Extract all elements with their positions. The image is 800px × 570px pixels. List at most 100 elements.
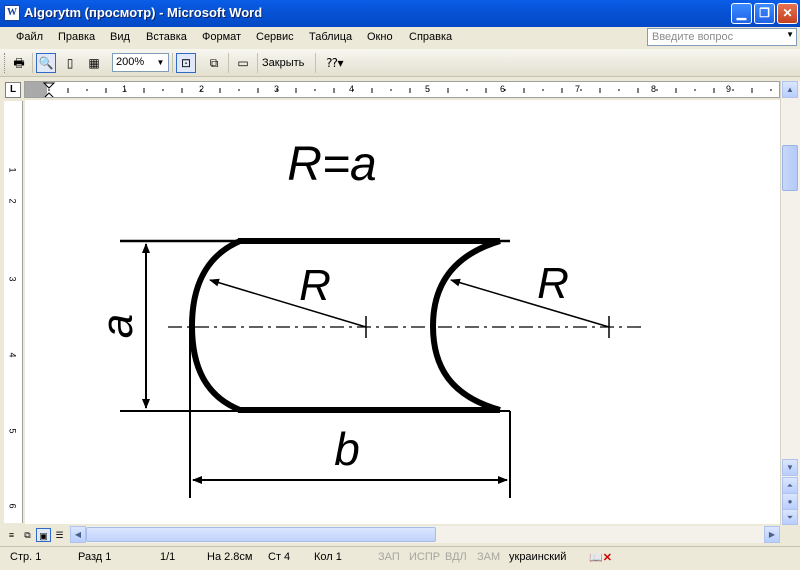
ruler-number: 1: [122, 84, 128, 94]
horizontal-ruler[interactable]: 1 2 3 4 5 6 7 8 9: [24, 81, 780, 98]
vertical-scroll-thumb[interactable]: [782, 145, 798, 191]
zoom-value: 200%: [116, 56, 145, 68]
arrow-up-icon: ▲: [786, 85, 794, 94]
cylinder-drawing: R=a R R a b: [93, 138, 645, 498]
arrow-down-icon: ▼: [786, 463, 794, 472]
ruler-number: 5: [425, 84, 431, 94]
arrow-right-icon: ▶: [768, 530, 776, 539]
scroll-down-button[interactable]: ▼: [782, 459, 798, 476]
context-help-button[interactable]: ⁇▾: [320, 53, 350, 73]
magnifier-button[interactable]: 🔍: [36, 53, 56, 73]
toolbar-separator: [228, 53, 229, 73]
maximize-button[interactable]: ❐: [754, 3, 775, 24]
full-screen-icon: ▭: [237, 56, 249, 70]
menu-file[interactable]: Файл: [16, 31, 43, 43]
outline-view-icon: ☰: [55, 530, 64, 540]
close-button[interactable]: ✕: [777, 3, 798, 24]
height-label: a: [93, 314, 142, 338]
vertical-scrollbar[interactable]: ▲ ▼ ⏶ ● ⏷: [780, 81, 800, 525]
horizontal-scroll-thumb[interactable]: [86, 527, 436, 542]
scroll-up-button[interactable]: ▲: [782, 81, 798, 98]
print-icon: 🖶: [13, 56, 25, 70]
arrow-left-icon: ◀: [74, 530, 82, 539]
status-language: украинский: [509, 551, 567, 563]
status-extend[interactable]: ВДЛ: [445, 551, 467, 563]
view-ruler-icon: ⊡: [180, 56, 192, 70]
menu-window[interactable]: Окно: [367, 31, 393, 43]
ruler-number: 1: [7, 167, 18, 173]
status-column: Кол 1: [314, 551, 342, 563]
one-page-icon: ▯: [66, 56, 74, 70]
radius-label-right: R: [537, 259, 569, 308]
menu-view[interactable]: Вид: [110, 31, 130, 43]
ruler-number: 2: [199, 84, 205, 94]
status-line: Ст 4: [268, 551, 291, 563]
print-layout-button[interactable]: ▣: [36, 528, 51, 542]
scroll-left-button[interactable]: ◀: [70, 526, 86, 543]
ruler-number: 4: [7, 352, 18, 358]
toolbar-separator: [257, 53, 258, 73]
status-page-count: 1/1: [160, 551, 176, 563]
outline-view-button[interactable]: ☰: [52, 528, 67, 542]
ruler-number: 4: [349, 84, 355, 94]
close-preview-button[interactable]: Закрыть: [262, 57, 304, 69]
menu-edit[interactable]: Правка: [58, 31, 95, 43]
menu-tools[interactable]: Сервис: [256, 31, 294, 43]
help-question-input[interactable]: Введите вопрос ▼: [647, 28, 797, 46]
window-title: Algorytm (просмотр) - Microsoft Word: [24, 5, 263, 20]
status-section: Разд 1: [78, 551, 112, 563]
spelling-check-icon[interactable]: 📖✕: [589, 551, 612, 564]
chevron-down-icon[interactable]: ▼: [154, 54, 167, 71]
shrink-to-fit-button[interactable]: ⧉: [204, 53, 224, 73]
one-page-button[interactable]: ▯: [60, 53, 80, 73]
normal-view-icon: ≡: [8, 530, 15, 540]
normal-view-button[interactable]: ≡: [4, 528, 19, 542]
ruler-number: 7: [575, 84, 581, 94]
ruler-number: 3: [7, 276, 18, 282]
tab-selector[interactable]: L: [5, 82, 21, 98]
previous-page-button[interactable]: ⏶: [782, 477, 798, 494]
multiple-pages-icon: ▦: [88, 56, 100, 70]
ruler-number: 9: [726, 84, 732, 94]
status-bar: [0, 546, 800, 570]
minimize-button[interactable]: ▁: [731, 3, 752, 24]
web-layout-icon: ⧉: [24, 530, 31, 540]
double-down-arrow-icon: ⏷: [786, 513, 794, 522]
zoom-select[interactable]: 200% ▼: [112, 53, 169, 72]
status-page: Стр. 1: [10, 551, 42, 563]
toolbar-separator: [32, 53, 33, 73]
help-placeholder: Введите вопрос: [652, 31, 734, 43]
multiple-pages-button[interactable]: ▦: [84, 53, 104, 73]
magnifier-icon: 🔍: [38, 56, 54, 70]
word-app-icon[interactable]: W: [4, 5, 20, 21]
select-browse-object-button[interactable]: ●: [782, 493, 798, 510]
ruler-number: 3: [274, 84, 280, 94]
close-icon: ✕: [782, 6, 793, 20]
scroll-right-button[interactable]: ▶: [764, 526, 780, 543]
menu-table[interactable]: Таблица: [309, 31, 352, 43]
document-page[interactable]: R=a R R a b: [25, 100, 780, 524]
status-record-macro[interactable]: ЗАП: [378, 551, 400, 563]
ruler-number: 2: [7, 198, 18, 204]
width-label: b: [334, 423, 360, 475]
status-overtype[interactable]: ЗАМ: [477, 551, 500, 563]
view-ruler-button[interactable]: ⊡: [176, 53, 196, 73]
toolbar-grip[interactable]: [4, 53, 8, 73]
print-layout-icon: ▣: [39, 531, 48, 541]
menu-help[interactable]: Справка: [409, 31, 452, 43]
next-page-button[interactable]: ⏷: [782, 509, 798, 525]
full-screen-button[interactable]: ▭: [233, 53, 253, 73]
browse-object-icon: ●: [787, 497, 793, 506]
web-layout-button[interactable]: ⧉: [20, 528, 35, 542]
print-button[interactable]: 🖶: [9, 53, 29, 73]
status-track-changes[interactable]: ИСПР: [409, 551, 440, 563]
shrink-to-fit-icon: ⧉: [209, 56, 219, 70]
chevron-down-icon[interactable]: ▼: [786, 30, 794, 39]
menu-format[interactable]: Формат: [202, 31, 241, 43]
menu-insert[interactable]: Вставка: [146, 31, 187, 43]
formula-title: R=a: [287, 138, 376, 191]
vertical-ruler[interactable]: 1 2 3 4 5 6: [4, 101, 23, 523]
toolbar-separator: [172, 53, 173, 73]
ruler-number: 5: [7, 428, 18, 434]
toolbar-separator: [315, 53, 316, 73]
